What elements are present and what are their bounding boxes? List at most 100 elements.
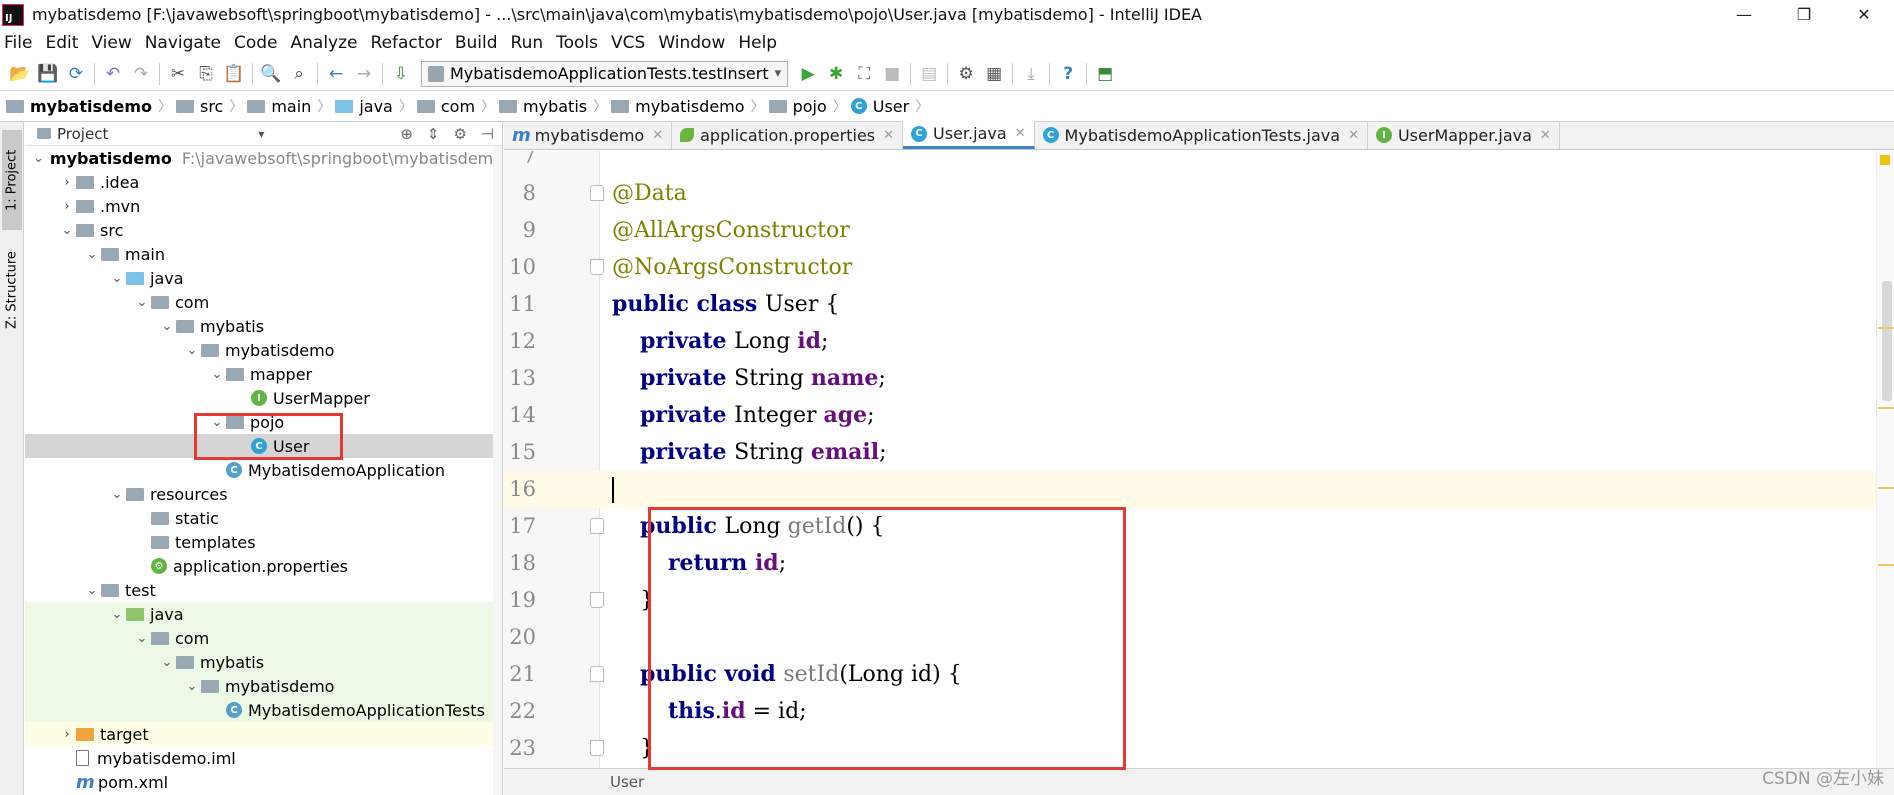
collapse-arrow-icon[interactable]: › [58,727,76,742]
expand-arrow-icon[interactable]: ⌄ [133,631,151,646]
structure-icon[interactable]: ▤ [915,60,943,88]
inspection-status-icon[interactable] [1880,155,1890,165]
breadcrumb-mybatisdemo[interactable]: mybatisdemo 〉 [6,96,172,116]
code-line[interactable]: 21 public void setId(Long id) { [504,656,1876,693]
expand-arrow-icon[interactable]: ⌄ [158,655,176,670]
run-icon[interactable]: ▶ [794,60,822,88]
tab-user-java[interactable]: C User.java ✕ [903,121,1035,149]
paste-icon[interactable]: 📋 [220,60,248,88]
expand-arrow-icon[interactable]: ⌄ [183,343,201,358]
expand-arrow-icon[interactable]: ⌄ [208,367,226,382]
menu-build[interactable]: Build [455,33,498,53]
tree-item[interactable]: ⌄ com [25,626,502,650]
back-icon[interactable]: ← [322,60,350,88]
menu-vcs[interactable]: VCS [611,33,645,53]
build-project-icon[interactable]: ⇩ [387,60,415,88]
code-line[interactable]: 13 private String name; [504,360,1876,397]
tree-item[interactable]: ⌄ test [25,578,502,602]
expand-arrow-icon[interactable]: ⌄ [83,247,101,262]
breadcrumb-main[interactable]: main 〉 [247,96,331,116]
tree-item[interactable]: ⌄ mybatis [25,650,502,674]
tree-item[interactable]: C MybatisdemoApplication [25,458,502,482]
tree-item[interactable]: ⚙ application.properties [25,554,502,578]
fold-marker-icon[interactable] [590,666,604,682]
code-line[interactable]: 22 this.id = id; [504,693,1876,730]
expand-arrow-icon[interactable]: ⌄ [208,415,226,430]
code-line[interactable]: 11 public class User { [504,286,1876,323]
code-line[interactable]: 12 private Long id; [504,323,1876,360]
error-stripe-marker[interactable] [1878,327,1894,329]
project-structure-icon[interactable]: ▦ [980,60,1008,88]
menu-help[interactable]: Help [738,33,777,53]
structure-tool-tab[interactable]: Z: Structure [2,240,22,340]
sdk-download-icon[interactable]: ⤓ [1017,60,1045,88]
undo-icon[interactable]: ↶ [99,60,127,88]
tree-item[interactable]: ⌄ mybatis [25,314,502,338]
menu-view[interactable]: View [91,33,131,53]
menu-refactor[interactable]: Refactor [371,33,442,53]
redo-icon[interactable]: ↷ [127,60,155,88]
code-editor[interactable]: 7 8 @Data 9 @AllArgsConstructor 10 @NoArgsCons… [504,151,1894,768]
help-icon[interactable]: ? [1054,60,1082,88]
code-line[interactable]: 8 @Data [504,175,1876,212]
tree-item[interactable]: ⌄ com [25,290,502,314]
tree-item[interactable]: static [25,506,502,530]
breadcrumb-user[interactable]: C User 〉 [850,96,929,116]
hide-panel-icon[interactable]: ⊣ [481,125,494,143]
menu-run[interactable]: Run [511,33,544,53]
close-tab-icon[interactable]: ✕ [1348,128,1359,143]
breadcrumb-mybatisdemo-pkg[interactable]: mybatisdemo 〉 [611,96,765,116]
debug-icon[interactable]: ✱ [822,60,850,88]
code-line[interactable]: 18 return id; [504,545,1876,582]
menu-file[interactable]: File [4,33,32,53]
error-stripe-marker[interactable] [1878,487,1894,489]
error-stripe-marker[interactable] [1878,407,1894,409]
code-line[interactable]: 17 public Long getId() { [504,508,1876,545]
open-folder-icon[interactable]: 📂 [6,60,34,88]
tab-mybatisdemo-application-tests[interactable]: C MybatisdemoApplicationTests.java ✕ [1035,121,1368,149]
chevron-down-icon[interactable]: ▾ [258,127,264,141]
breadcrumb-mybatis[interactable]: mybatis 〉 [499,96,607,116]
tree-item[interactable]: › target [25,722,502,746]
tree-item[interactable]: C User [25,434,502,458]
collapse-arrow-icon[interactable]: › [58,175,76,190]
tree-item[interactable]: ⌄ resources [25,482,502,506]
code-line[interactable]: 14 private Integer age; [504,397,1876,434]
maximize-button[interactable]: ❐ [1774,0,1834,29]
tree-item[interactable]: › .idea [25,170,502,194]
scrollbar-thumb[interactable] [1882,281,1892,401]
tree-item[interactable]: m pom.xml [25,770,502,794]
code-line[interactable]: 19 } [504,582,1876,619]
cut-icon[interactable]: ✂ [164,60,192,88]
minimize-button[interactable]: — [1714,0,1774,29]
tree-item[interactable]: ⌄ pojo [25,410,502,434]
tree-item[interactable]: C MybatisdemoApplicationTests [25,698,502,722]
expand-arrow-icon[interactable]: ⌄ [58,223,76,238]
tree-item[interactable]: ⌄ java [25,266,502,290]
tree-item[interactable]: ⌄ mybatisdemo [25,674,502,698]
editor-breadcrumb-user[interactable]: User [610,773,644,791]
menu-edit[interactable]: Edit [45,33,78,53]
tree-item[interactable]: ⌄ mybatisdemo F:\javawebsoft\springboot\my… [25,146,503,170]
expand-arrow-icon[interactable]: ⌄ [133,295,151,310]
close-button[interactable]: ✕ [1834,0,1894,29]
run-configuration-select[interactable]: MybatisdemoApplicationTests.testInsert ▾ [421,60,789,87]
run-with-coverage-icon[interactable]: ⛶ [850,60,878,88]
expand-arrow-icon[interactable]: ⌄ [158,319,176,334]
menu-window[interactable]: Window [658,33,725,53]
tree-item[interactable]: mybatisdemo.iml [25,746,502,770]
stop-icon[interactable]: ■ [878,60,906,88]
vcs-icon[interactable]: ⬒ [1091,60,1119,88]
error-stripe-marker[interactable] [1878,564,1894,566]
replace-icon[interactable]: ⌕ [285,60,313,88]
expand-arrow-icon[interactable]: ⌄ [33,151,44,166]
tab-mybatisdemo[interactable]: m mybatisdemo ✕ [504,121,673,149]
close-tab-icon[interactable]: ✕ [1540,128,1551,143]
expand-arrow-icon[interactable]: ⌄ [108,271,126,286]
fold-marker-icon[interactable] [590,740,604,756]
gear-icon[interactable]: ⚙ [453,125,466,143]
tree-item[interactable]: I UserMapper [25,386,502,410]
breadcrumb-com[interactable]: com 〉 [416,96,495,116]
code-line[interactable]: 9 @AllArgsConstructor [504,212,1876,249]
close-tab-icon[interactable]: ✕ [1015,126,1026,141]
